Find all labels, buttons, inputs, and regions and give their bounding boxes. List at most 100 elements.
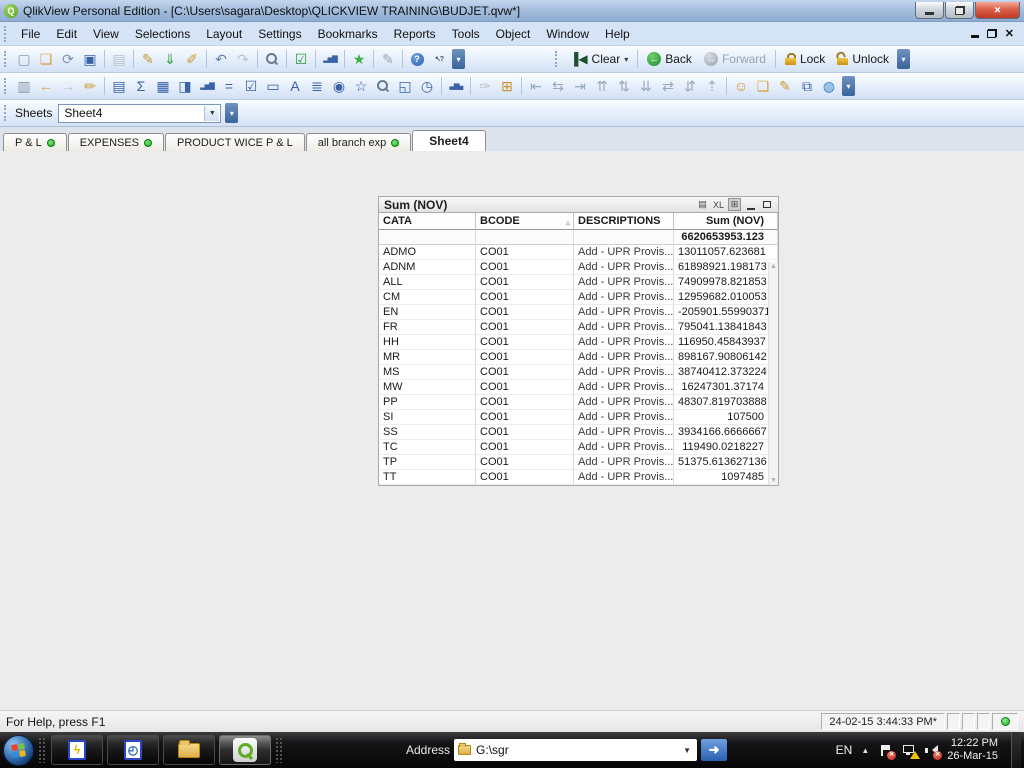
grid-mode-icon[interactable]: ⊞ bbox=[728, 198, 741, 211]
taskbar-macro-app-button[interactable]: ϟ bbox=[51, 735, 103, 765]
table-cell[interactable]: 107500 bbox=[674, 410, 778, 425]
table-cell[interactable]: Add - UPR Provis... bbox=[574, 395, 674, 410]
start-button[interactable] bbox=[3, 734, 34, 766]
table-cell[interactable]: -205901.55990371 bbox=[674, 305, 778, 320]
table-cell[interactable]: CO01 bbox=[476, 275, 574, 290]
menu-file[interactable]: File bbox=[13, 24, 48, 44]
menu-selections[interactable]: Selections bbox=[127, 24, 198, 44]
chevron-down-icon[interactable]: ▼ bbox=[683, 746, 693, 755]
create-chart-button[interactable]: ▂▅▇ bbox=[196, 75, 218, 97]
new-document-button[interactable]: ▢ bbox=[13, 48, 35, 70]
print-icon[interactable]: ▤ bbox=[696, 198, 709, 211]
table-cell[interactable]: CO01 bbox=[476, 320, 574, 335]
table-cell[interactable]: MR bbox=[379, 350, 476, 365]
sheet-tab-expenses[interactable]: EXPENSES bbox=[67, 133, 165, 151]
reload-data-button[interactable]: ⇓ bbox=[159, 48, 181, 70]
table-cell[interactable]: 51375.613627136 bbox=[674, 455, 778, 470]
table-cell[interactable]: Add - UPR Provis... bbox=[574, 260, 674, 275]
menu-window[interactable]: Window bbox=[538, 24, 597, 44]
table-cell[interactable]: FR bbox=[379, 320, 476, 335]
create-gauge-button[interactable]: = bbox=[218, 75, 240, 97]
table-cell[interactable]: ADMO bbox=[379, 245, 476, 260]
table-cell[interactable]: Add - UPR Provis... bbox=[574, 470, 674, 485]
sheet-tab-sheet4[interactable]: Sheet4 bbox=[412, 130, 486, 151]
table-cell[interactable]: CO01 bbox=[476, 440, 574, 455]
undo-button[interactable]: ↶ bbox=[210, 48, 232, 70]
help-button[interactable] bbox=[406, 48, 428, 70]
table-cell[interactable]: Add - UPR Provis... bbox=[574, 380, 674, 395]
export-share-button[interactable]: ⧉ bbox=[796, 75, 818, 97]
table-cell[interactable]: 898167.90806142 bbox=[674, 350, 778, 365]
minimize-window-button[interactable] bbox=[915, 2, 944, 19]
table-cell[interactable]: CO01 bbox=[476, 260, 574, 275]
address-input[interactable]: G:\sgr ▼ bbox=[454, 739, 698, 761]
table-cell[interactable]: 38740412.373224 bbox=[674, 365, 778, 380]
table-cell[interactable]: CO01 bbox=[476, 365, 574, 380]
table-cell[interactable]: CO01 bbox=[476, 455, 574, 470]
create-search-object-button[interactable] bbox=[372, 75, 394, 97]
taskbar-explorer-button[interactable] bbox=[163, 735, 215, 765]
edit-notes-button[interactable]: ✎ bbox=[774, 75, 796, 97]
current-selections-button[interactable]: ☑ bbox=[290, 48, 312, 70]
toolbar-overflow-icon[interactable]: ▾ bbox=[225, 103, 239, 123]
table-cell[interactable]: Add - UPR Provis... bbox=[574, 440, 674, 455]
add-sheet-button[interactable]: ▥ bbox=[13, 75, 35, 97]
create-bookmark-object-button[interactable]: ☆ bbox=[350, 75, 372, 97]
menu-reports[interactable]: Reports bbox=[386, 24, 444, 44]
align-top-button[interactable]: ⇈ bbox=[591, 75, 613, 97]
menu-edit[interactable]: Edit bbox=[48, 24, 85, 44]
tray-clock[interactable]: 12:22 PM 26-Mar-15 bbox=[947, 737, 1000, 763]
promote-sheet-button[interactable]: ← bbox=[35, 75, 57, 97]
chevron-down-icon[interactable]: ▼ bbox=[204, 105, 220, 121]
table-cell[interactable]: SS bbox=[379, 425, 476, 440]
user-preferences-button[interactable]: ☺ bbox=[730, 75, 752, 97]
scroll-down-icon[interactable]: ▼ bbox=[770, 477, 777, 484]
sheet-tab-all-branch-exp[interactable]: all branch exp bbox=[305, 133, 412, 151]
web-page-button[interactable]: ◍ bbox=[818, 75, 840, 97]
table-cell[interactable]: CO01 bbox=[476, 380, 574, 395]
table-cell[interactable]: 13011057.623681 bbox=[674, 245, 778, 260]
taskbar-scheduler-app-button[interactable]: ◴ bbox=[107, 735, 159, 765]
mdi-minimize-button[interactable] bbox=[970, 35, 979, 38]
table-cell[interactable]: Add - UPR Provis... bbox=[574, 350, 674, 365]
menu-bookmarks[interactable]: Bookmarks bbox=[310, 24, 386, 44]
table-cell[interactable]: CO01 bbox=[476, 425, 574, 440]
table-cell[interactable]: 16247301.37174 bbox=[674, 380, 778, 395]
edit-script-button[interactable]: ✎ bbox=[137, 48, 159, 70]
table-cell[interactable]: TP bbox=[379, 455, 476, 470]
align-bottom-button[interactable]: ⇊ bbox=[635, 75, 657, 97]
whats-this-button[interactable]: ↖? bbox=[428, 48, 450, 70]
table-cell[interactable]: CO01 bbox=[476, 410, 574, 425]
open-file-button[interactable]: ❏ bbox=[35, 48, 57, 70]
mdi-restore-button[interactable] bbox=[986, 29, 997, 38]
table-cell[interactable]: CO01 bbox=[476, 245, 574, 260]
column-header-sum-nov-[interactable]: Sum (NOV) bbox=[674, 213, 778, 230]
table-cell[interactable]: 48307.819703888 bbox=[674, 395, 778, 410]
menu-tools[interactable]: Tools bbox=[444, 24, 488, 44]
table-cell[interactable]: CM bbox=[379, 290, 476, 305]
show-hidden-icons-button[interactable]: ▲ bbox=[861, 746, 869, 755]
notes-button[interactable]: ✎ bbox=[377, 48, 399, 70]
table-scrollbar[interactable]: ▲ ▼ bbox=[768, 262, 778, 485]
menu-view[interactable]: View bbox=[85, 24, 127, 44]
adjust-order-button[interactable]: ⇡ bbox=[701, 75, 723, 97]
space-horizontal-button[interactable]: ⇄ bbox=[657, 75, 679, 97]
menu-layout[interactable]: Layout bbox=[198, 24, 250, 44]
table-cell[interactable]: SI bbox=[379, 410, 476, 425]
address-go-button[interactable]: ➜ bbox=[701, 739, 728, 761]
table-cell[interactable]: MW bbox=[379, 380, 476, 395]
table-cell[interactable]: 795041.13841843 bbox=[674, 320, 778, 335]
table-cell[interactable]: Add - UPR Provis... bbox=[574, 245, 674, 260]
table-cell[interactable]: CO01 bbox=[476, 290, 574, 305]
partial-reload-button[interactable]: ✐ bbox=[181, 48, 203, 70]
table-cell[interactable]: Add - UPR Provis... bbox=[574, 275, 674, 290]
search-button[interactable] bbox=[261, 48, 283, 70]
table-cell[interactable]: Add - UPR Provis... bbox=[574, 365, 674, 380]
table-cell[interactable]: Add - UPR Provis... bbox=[574, 425, 674, 440]
table-cell[interactable]: MS bbox=[379, 365, 476, 380]
toolbar-overflow-icon[interactable]: ▾ bbox=[897, 49, 910, 69]
table-cell[interactable]: CO01 bbox=[476, 395, 574, 410]
table-cell[interactable]: Add - UPR Provis... bbox=[574, 410, 674, 425]
create-table-box-button[interactable]: ▦ bbox=[152, 75, 174, 97]
close-window-button[interactable]: ✕ bbox=[975, 2, 1020, 19]
